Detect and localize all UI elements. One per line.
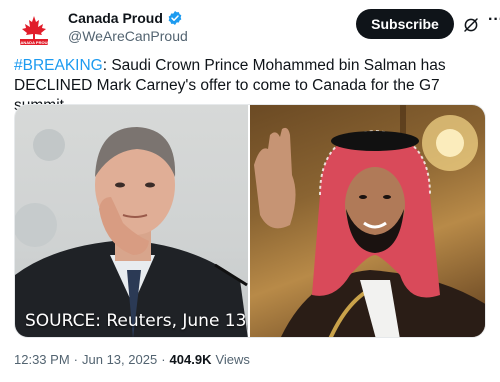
- display-name[interactable]: Canada Proud: [68, 10, 163, 26]
- tweet-header: CANADA PROUD Canada Proud @WeAreCanProud…: [14, 6, 500, 50]
- handle[interactable]: @WeAreCanProud: [68, 28, 188, 44]
- maple-leaf-icon: CANADA PROUD: [14, 10, 54, 50]
- portrait-right-graphic: [254, 105, 485, 337]
- grok-icon[interactable]: [462, 16, 480, 34]
- hashtag-link[interactable]: #BREAKING: [14, 57, 103, 74]
- source-caption: SOURCE: Reuters, June 13, 2025: [25, 311, 248, 331]
- tweet-date[interactable]: Jun 13, 2025: [82, 352, 157, 367]
- more-icon[interactable]: ···: [486, 12, 500, 32]
- photo-right[interactable]: [250, 105, 485, 337]
- tweet-time[interactable]: 12:33 PM: [14, 352, 70, 367]
- tweet-meta: 12:33 PM · Jun 13, 2025 · 404.9K Views: [14, 352, 250, 367]
- avatar-text: CANADA PROUD: [18, 40, 51, 45]
- tweet-media[interactable]: SOURCE: Reuters, June 13, 2025: [14, 104, 486, 338]
- views-count: 404.9K: [169, 352, 212, 367]
- meta-separator: ·: [161, 352, 166, 367]
- meta-separator: ·: [73, 352, 78, 367]
- photo-left[interactable]: SOURCE: Reuters, June 13, 2025: [15, 105, 248, 337]
- avatar[interactable]: CANADA PROUD: [14, 10, 54, 50]
- views-label: Views: [215, 352, 250, 367]
- verified-badge-icon: [168, 11, 182, 25]
- subscribe-button[interactable]: Subscribe: [356, 9, 454, 39]
- name-row: Canada Proud: [68, 10, 183, 26]
- portrait-left-graphic: [15, 127, 248, 337]
